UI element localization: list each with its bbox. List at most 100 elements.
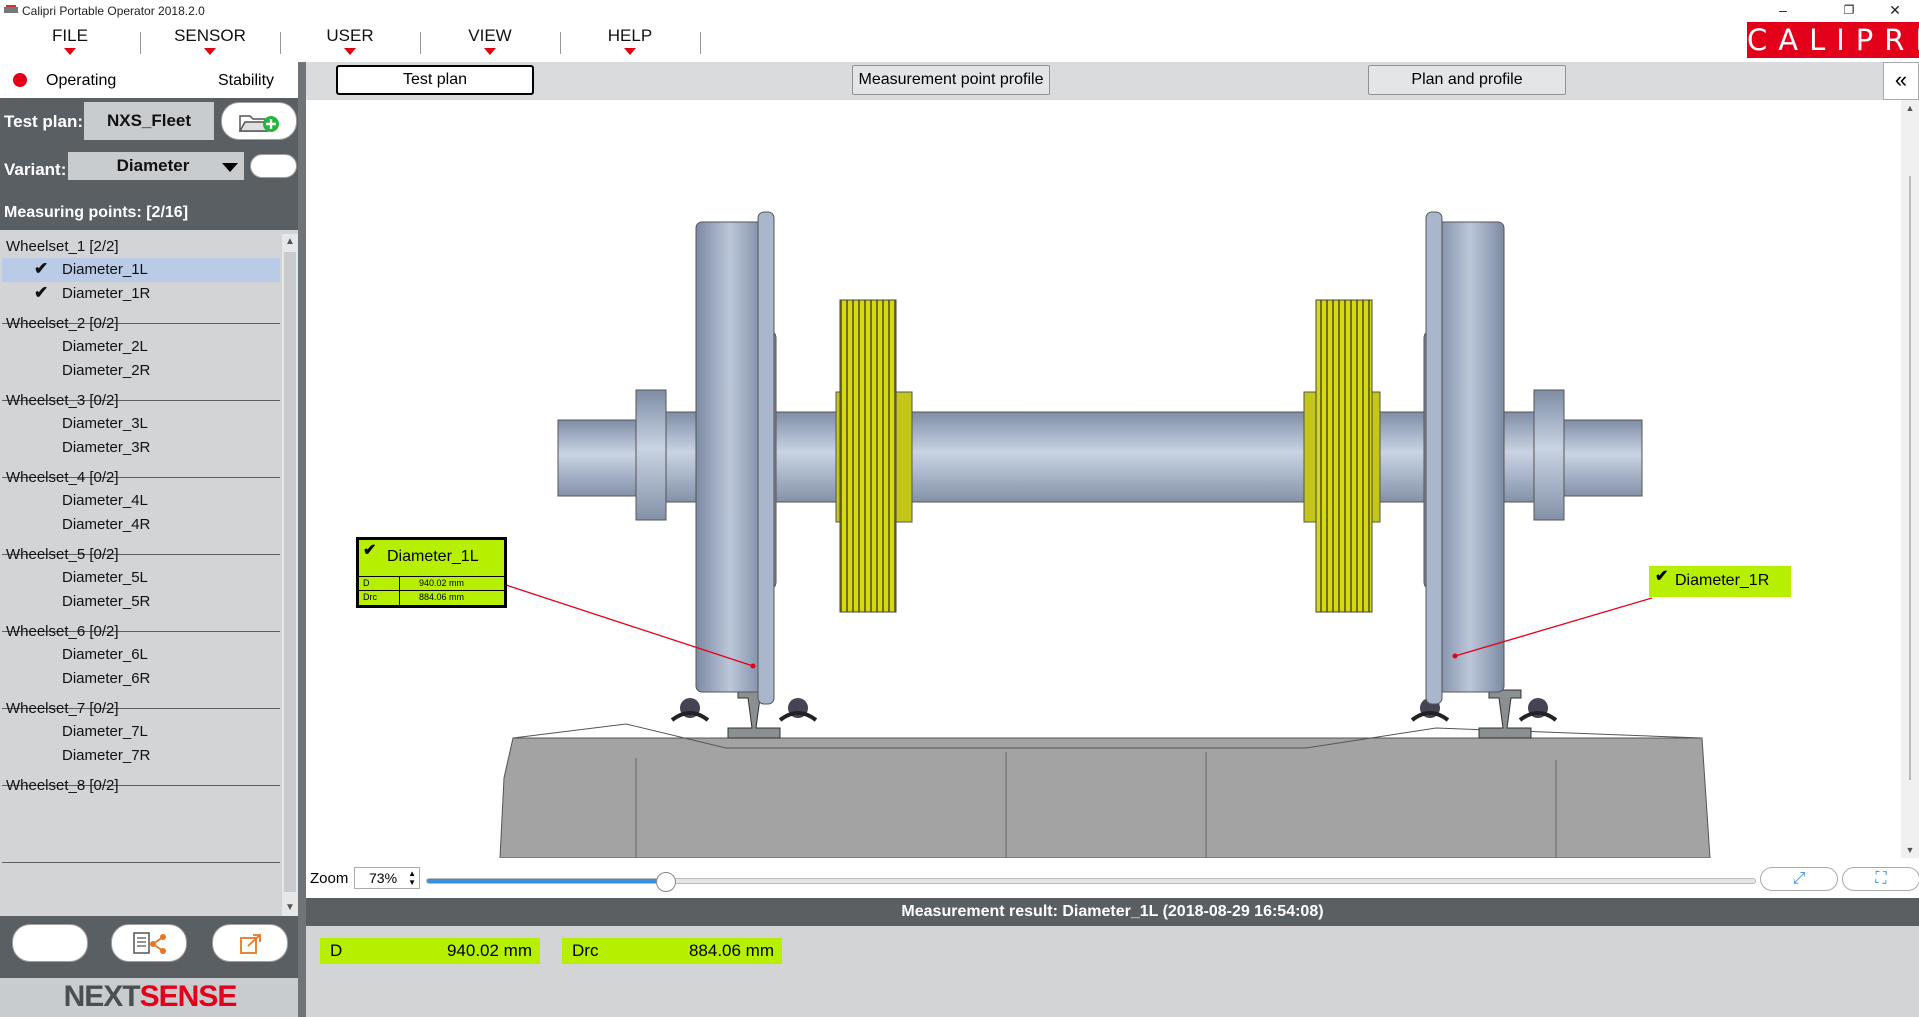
scroll-up-icon[interactable]: ▲ [1901,100,1919,116]
variant-dropdown[interactable]: Diameter [68,152,244,180]
result-key: D [330,941,343,960]
menu-label: SENSOR [174,26,246,45]
zoom-slider-handle[interactable] [656,872,677,892]
empty-action-button[interactable] [12,924,88,962]
calipri-logo: CALIPRI [1747,22,1919,58]
tree-item-label: Diameter_6L [62,646,148,663]
tree-item[interactable]: ✔ Diameter_1R [2,282,280,306]
scroll-down-icon[interactable]: ▼ [282,900,298,916]
restore-button[interactable]: ❐ [1826,0,1872,22]
menu-separator [560,32,561,54]
tab-test-plan[interactable]: Test plan [336,65,534,95]
tree-item[interactable]: Diameter_2L [2,335,280,359]
left-wheel [695,211,777,705]
minimize-button[interactable]: – [1760,0,1806,22]
result-key: Drc [572,941,599,960]
callout-key: D [363,578,370,588]
menu-view[interactable]: VIEW [435,26,545,55]
tree-item[interactable]: Diameter_5L [2,566,280,590]
tree-group-title[interactable]: Wheelset_8 [0/2] [6,777,119,794]
callout-diameter-1r[interactable]: ✔ Diameter_1R [1649,566,1791,597]
zoom-slider[interactable] [426,872,1756,892]
fullscreen-button[interactable]: ⛶ [1842,867,1919,891]
tree-item[interactable]: Diameter_6L [2,643,280,667]
sleeper [499,737,1711,858]
app-icon [4,5,18,13]
share-report-button[interactable] [111,924,187,962]
fullscreen-icon: ⛶ [1875,870,1887,887]
tree-item[interactable]: Diameter_3R [2,436,280,460]
menu-separator [420,32,421,54]
collapse-panel-button[interactable]: « [1883,62,1919,100]
menu-file[interactable]: FILE [15,26,125,55]
tree-group-title[interactable]: Wheelset_1 [2/2] [6,238,119,255]
callout-diameter-1l[interactable]: ✔ Diameter_1L D 940.02 mm Drc 884.06 mm [356,537,507,608]
measurement-result-panel: D 940.02 mm Drc 884.06 mm [306,926,1919,1017]
tree-item[interactable]: Diameter_2R [2,359,280,383]
measuring-points-label: Measuring points: [2/16] [4,204,189,221]
scroll-up-icon[interactable]: ▲ [282,234,298,250]
result-value-d: D 940.02 mm [320,938,540,964]
tree-scrollbar[interactable]: ▲ ▼ [282,234,298,916]
variant-label: Variant: [4,160,67,179]
fit-to-view-button[interactable]: ⤢ [1760,867,1838,891]
tree-group-title[interactable]: Wheelset_5 [0/2] [6,546,119,563]
wheelset-viewport[interactable]: ✔ Diameter_1L D 940.02 mm Drc 884.06 mm … [306,100,1901,858]
left-brake-disc [835,299,913,613]
menu-label: VIEW [468,26,512,45]
result-value: 884.06 mm [688,941,774,960]
scroll-thumb[interactable] [1909,176,1911,780]
zoom-bar: Zoom 73% ▲ ▼ ⤢ ⛶ [306,858,1919,898]
scroll-down-icon[interactable]: ▼ [1901,842,1919,858]
zoom-value: 73% [369,870,398,886]
tree-item[interactable]: ✔ Diameter_1L [2,258,280,282]
close-button[interactable]: ✕ [1872,0,1918,22]
check-icon: ✔ [1655,568,1669,585]
title-bar: Calipri Portable Operator 2018.2.0 – ❐ ✕ [0,0,1919,22]
tree-item[interactable]: Diameter_6R [2,667,280,691]
tree-group[interactable]: Wheelset_8 [0/2] [2,771,280,863]
menu-label: FILE [52,26,88,45]
double-chevron-left-icon: « [1894,67,1908,92]
menu-bar: FILE SENSOR USER VIEW HELP [0,22,1919,62]
tree-group-title[interactable]: Wheelset_4 [0/2] [6,469,119,486]
tree-group-title[interactable]: Wheelset_3 [0/2] [6,392,119,409]
menu-label: USER [326,26,374,45]
tree-item[interactable]: Diameter_4L [2,489,280,513]
tree-item[interactable]: Diameter_5R [2,590,280,614]
share-document-icon [133,932,166,954]
tree-item-label: Diameter_7R [62,747,151,764]
scroll-thumb[interactable] [284,252,296,892]
tab-measurement-point-profile[interactable]: Measurement point profile [852,65,1050,95]
menu-help[interactable]: HELP [575,26,685,55]
check-icon: ✔ [363,542,377,559]
tree-group-title[interactable]: Wheelset_7 [0/2] [6,700,119,717]
menu-separator [280,32,281,54]
tree-item-label: Diameter_4L [62,492,148,509]
tree-item[interactable]: Diameter_7R [2,744,280,768]
nextsense-logo: NEXTSENSE [0,978,300,1017]
tab-plan-and-profile[interactable]: Plan and profile [1368,65,1566,95]
menu-sensor[interactable]: SENSOR [155,26,265,55]
zoom-spinbox[interactable]: 73% ▲ ▼ [354,867,420,889]
tree-group-title[interactable]: Wheelset_2 [0/2] [6,315,119,332]
chevron-down-icon [344,48,356,55]
panel-divider[interactable] [298,62,306,1017]
open-test-plan-button[interactable] [221,102,297,140]
tree-item-label: Diameter_2L [62,338,148,355]
menu-user[interactable]: USER [295,26,405,55]
test-plan-field[interactable]: NXS_Fleet [84,102,214,140]
tree-item[interactable]: Diameter_4R [2,513,280,537]
chevron-down-icon [484,48,496,55]
tree-item[interactable]: Diameter_3L [2,412,280,436]
tree-item[interactable]: Diameter_7L [2,720,280,744]
viewport-scrollbar[interactable]: ▲ ▼ [1901,100,1919,858]
operating-indicator-icon [13,73,27,87]
tree-group-title[interactable]: Wheelset_6 [0/2] [6,623,119,640]
view-toolbar: Test plan Measurement point profile Plan… [306,62,1919,100]
tree-item-label: Diameter_7L [62,723,148,740]
menu-label: HELP [607,26,653,45]
variant-option-toggle[interactable] [250,154,297,178]
export-button[interactable] [212,924,288,962]
menu-separator [140,32,141,54]
